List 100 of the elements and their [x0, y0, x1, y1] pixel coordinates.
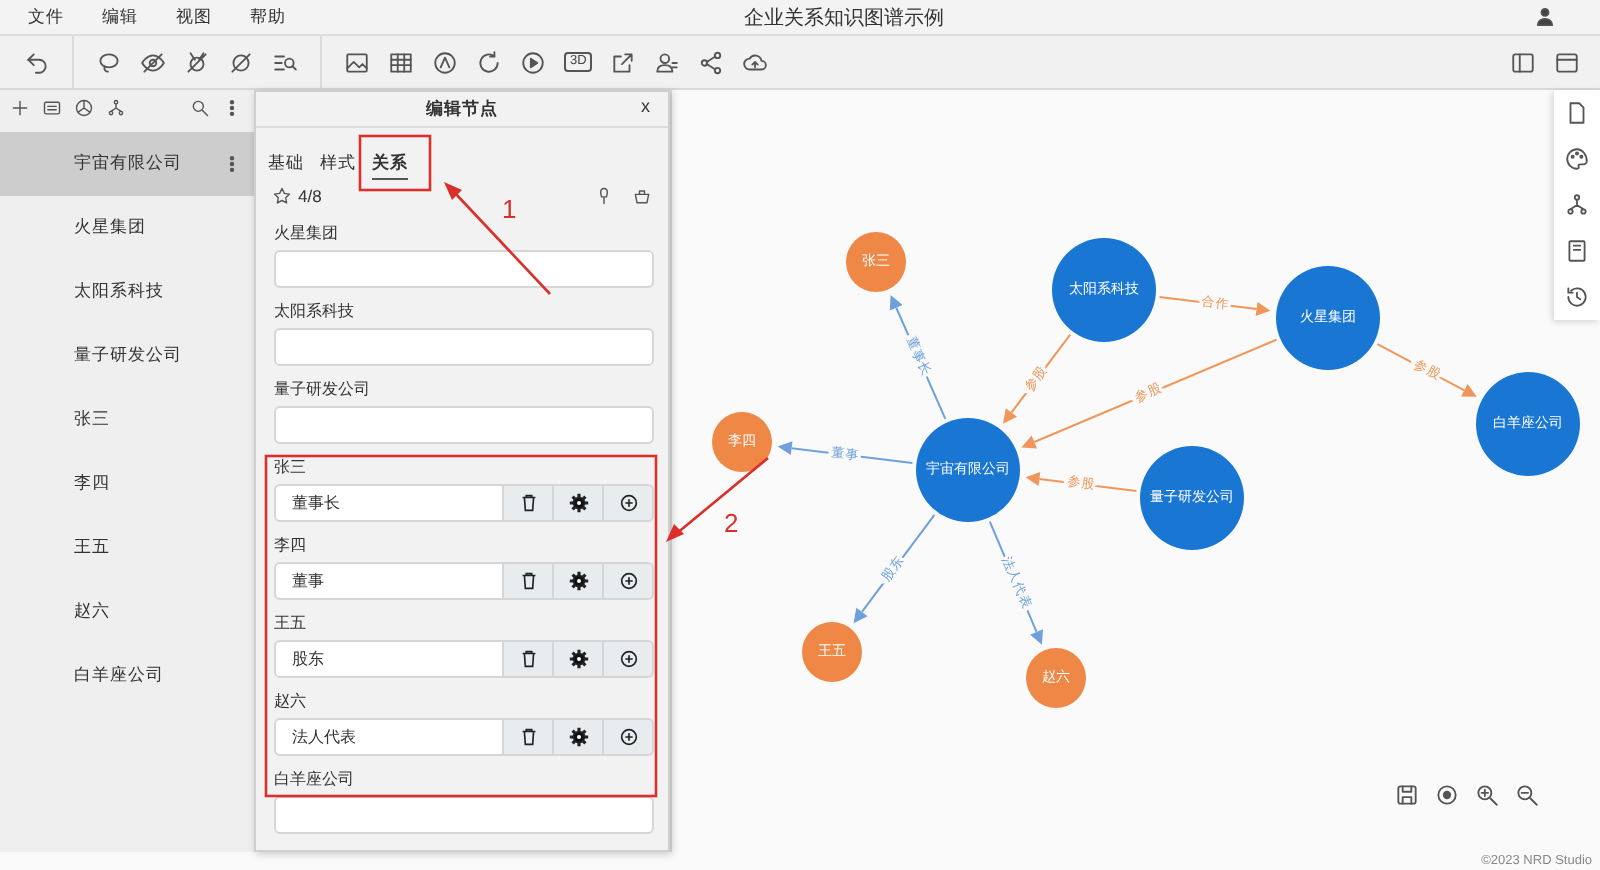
lasso-icon[interactable] [96, 49, 122, 75]
relation-arrow [777, 441, 914, 465]
sidebar-item[interactable]: 赵六 [0, 580, 254, 644]
relation-arrow [853, 513, 936, 624]
field-label: 李四 [274, 534, 308, 556]
window-title: 企业关系知识图谱示例 [742, 5, 946, 31]
settings-button[interactable] [554, 718, 604, 756]
delete-button[interactable] [504, 484, 554, 522]
relation-field[interactable]: 董事长 [274, 484, 504, 522]
save-icon[interactable] [1394, 782, 1420, 808]
relation-count: 4/8 [298, 186, 322, 206]
crossed-circle-icon[interactable] [228, 49, 254, 75]
gear-icon [567, 570, 589, 592]
plus-circle-icon [617, 492, 639, 514]
image-icon[interactable] [344, 49, 370, 75]
delete-button[interactable] [504, 640, 554, 678]
sidebar-item[interactable]: 太阳系科技 [0, 260, 254, 324]
palette-icon[interactable] [1564, 146, 1590, 172]
top-panel-icon[interactable] [1554, 49, 1580, 75]
sidebar-item[interactable]: 李四 [0, 452, 254, 516]
center-icon[interactable] [1434, 782, 1460, 808]
add-button[interactable] [604, 562, 654, 600]
add-button[interactable] [604, 484, 654, 522]
search-icon[interactable] [190, 98, 210, 118]
annotation-number: 1 [502, 196, 517, 222]
star-icon [272, 186, 292, 206]
menu-item[interactable]: 编辑 [102, 5, 138, 29]
sidebar-item[interactable]: 火星集团 [0, 196, 254, 260]
pin-icon[interactable] [594, 186, 614, 206]
settings-button[interactable] [554, 484, 604, 522]
crossed-node-icon[interactable] [184, 49, 210, 75]
add-icon[interactable] [10, 98, 30, 118]
field-label: 量子研发公司 [274, 378, 372, 400]
panel-title: 编辑节点 [426, 97, 498, 121]
play-icon[interactable] [520, 49, 546, 75]
hierarchy-icon[interactable] [106, 98, 126, 118]
zoom-in-icon[interactable] [1474, 782, 1500, 808]
zoom-out-icon[interactable] [1514, 782, 1540, 808]
field-label: 太阳系科技 [274, 300, 356, 322]
table-icon[interactable] [388, 49, 414, 75]
user-menu-icon[interactable] [1534, 6, 1556, 28]
close-button[interactable]: x [641, 96, 650, 116]
tab[interactable]: 基础 [268, 149, 304, 179]
eye-off-icon[interactable] [140, 49, 166, 75]
external-link-icon[interactable] [610, 49, 637, 75]
plus-circle-icon [617, 570, 639, 592]
menu-item[interactable]: 文件 [28, 5, 64, 29]
sidebar-item[interactable]: 白羊座公司 [0, 644, 254, 708]
relation-arrow [1376, 343, 1477, 397]
pie-chart-icon[interactable] [74, 98, 94, 118]
settings-button[interactable] [554, 562, 604, 600]
book-icon[interactable] [1564, 238, 1590, 264]
add-button[interactable] [604, 640, 654, 678]
relation-arrow [1025, 472, 1138, 493]
input-field[interactable] [274, 406, 654, 444]
delete-button[interactable] [504, 562, 554, 600]
input-field[interactable] [274, 796, 654, 834]
menu-item[interactable]: 帮助 [250, 5, 286, 29]
sidebar-item[interactable]: 王五 [0, 516, 254, 580]
field-label: 火星集团 [274, 222, 340, 244]
users-icon[interactable] [654, 49, 681, 75]
hierarchy-icon[interactable] [1564, 192, 1590, 218]
annotation-arrow [444, 182, 551, 295]
plus-circle-icon [617, 648, 639, 670]
add-button[interactable] [604, 718, 654, 756]
menu-item[interactable]: 视图 [176, 5, 212, 29]
file-icon[interactable] [1564, 100, 1590, 126]
relation-arrow [988, 520, 1043, 645]
undo-icon[interactable] [24, 49, 50, 75]
settings-button[interactable] [554, 640, 604, 678]
relation-arrow [1158, 295, 1271, 316]
highlight-box [358, 134, 432, 192]
card-icon[interactable] [42, 98, 62, 118]
relation-field[interactable]: 董事 [274, 562, 504, 600]
sidebar-item[interactable]: 量子研发公司 [0, 324, 254, 388]
gear-icon [567, 726, 589, 748]
share-icon[interactable] [698, 49, 725, 75]
relation-field[interactable]: 法人代表 [274, 718, 504, 756]
field-label: 张三 [274, 456, 308, 478]
sidebar-item[interactable]: 张三 [0, 388, 254, 452]
refresh-icon[interactable] [476, 49, 502, 75]
tab[interactable]: 关系 [372, 149, 408, 179]
field-label: 赵六 [274, 690, 308, 712]
input-field[interactable] [274, 250, 654, 288]
tab[interactable]: 样式 [320, 149, 356, 179]
trash-icon [517, 726, 539, 748]
relation-field[interactable]: 股东 [274, 640, 504, 678]
side-panel-icon[interactable] [1510, 49, 1536, 75]
history-icon[interactable] [1564, 284, 1590, 310]
circle-letter-icon[interactable] [432, 49, 458, 75]
sidebar-item[interactable]: 宇宙有限公司 [0, 132, 254, 196]
cloud-upload-icon[interactable] [742, 49, 769, 75]
input-field[interactable] [274, 328, 654, 366]
plus-circle-icon [617, 726, 639, 748]
field-label: 王五 [274, 612, 308, 634]
annotation-arrow [666, 457, 769, 542]
delete-button[interactable] [504, 718, 554, 756]
basket-icon[interactable] [632, 186, 652, 206]
gear-icon [567, 648, 589, 670]
trash-icon [517, 648, 539, 670]
